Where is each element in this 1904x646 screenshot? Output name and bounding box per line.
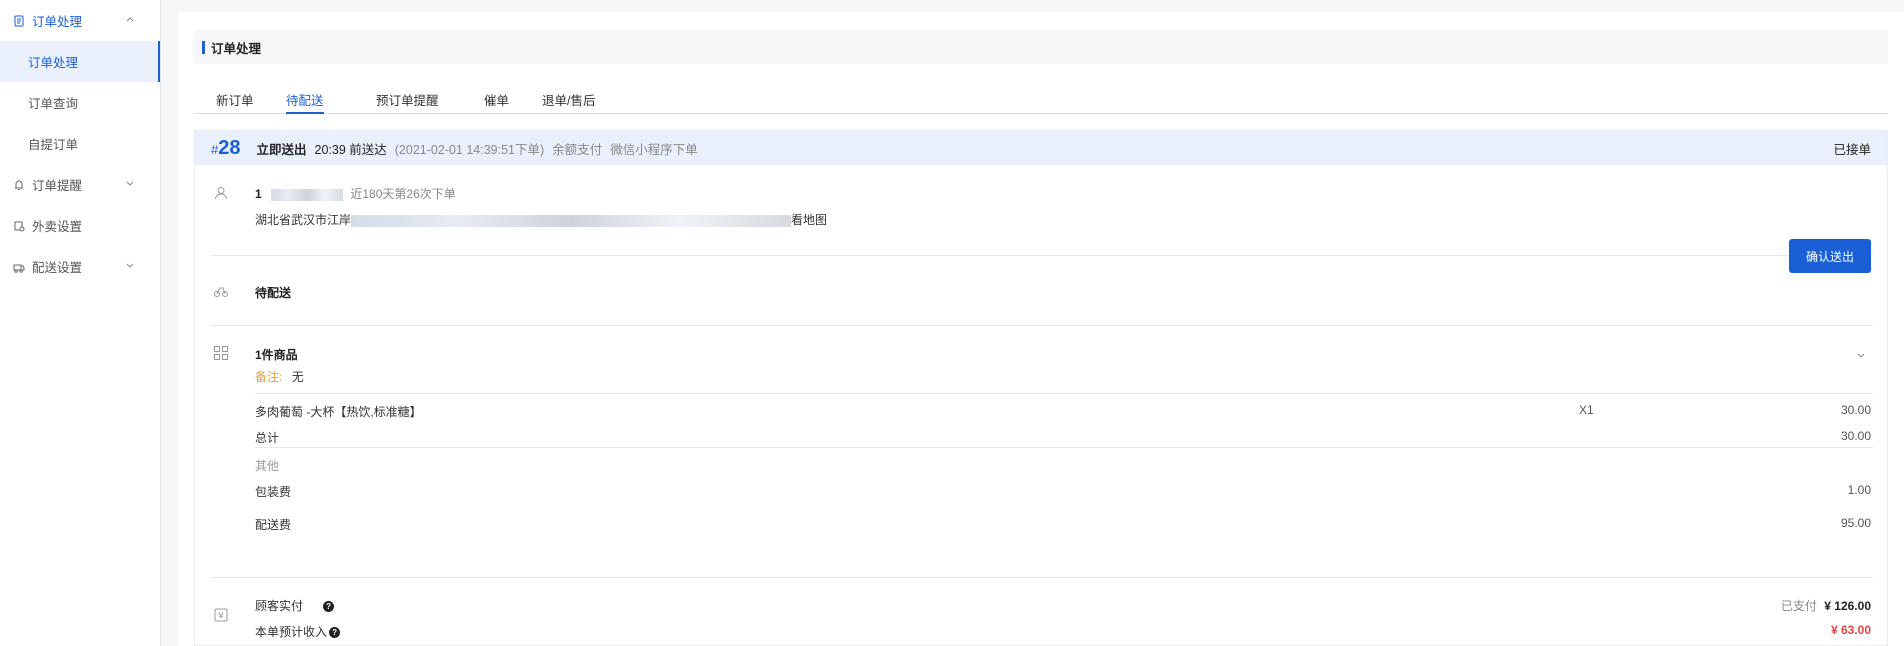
order-status: 已接单	[1833, 142, 1871, 157]
redacted-phone	[271, 188, 344, 201]
customer-address: 湖北省武汉市江岸 看地图	[255, 211, 827, 228]
view-map-link[interactable]: 看地图	[791, 213, 827, 227]
order-card: # 28 立即送出 20:39 前送达 (2021-02-01 14:39:51…	[194, 130, 1888, 646]
payment-method: 余额支付	[552, 142, 603, 157]
sidebar-group-label: 订单处理	[32, 15, 83, 29]
order-channel: 微信小程序下单	[610, 142, 698, 157]
item-name: 多肉葡萄 -大杯【热饮,标准糖】	[255, 405, 422, 419]
subtotal-label: 总计	[255, 431, 280, 445]
item-price: 30.00	[1840, 403, 1871, 417]
header-accent-bar	[202, 40, 205, 54]
order-note: 备注: 无	[255, 368, 304, 385]
deliver-by-time: 20:39 前送达	[314, 142, 387, 157]
tab-refunds[interactable]: 退单/售后	[542, 90, 595, 114]
delivery-icon	[12, 260, 26, 274]
svg-text:¥: ¥	[218, 612, 224, 622]
note-value: 无	[291, 370, 304, 384]
tab-new-orders[interactable]: 新订单	[216, 90, 254, 114]
customer-paid-text: 顾客实付	[255, 599, 304, 613]
expected-income-value: ¥ 63.00	[1830, 623, 1871, 637]
page-header: 订单处理	[194, 30, 1888, 64]
chevron-down-icon	[126, 181, 134, 186]
subtotal-value: 30.00	[1840, 429, 1871, 443]
help-icon[interactable]: ?	[323, 601, 335, 613]
chevron-down-icon	[126, 263, 134, 268]
user-icon	[215, 187, 227, 200]
redacted-address	[351, 214, 792, 227]
paid-amount-value: ¥ 126.00	[1824, 599, 1871, 613]
sidebar-group-order-processing[interactable]: 订单处理	[0, 0, 160, 41]
sidebar-group-order-reminders[interactable]: 订单提醒	[0, 164, 160, 205]
order-card-header: # 28 立即送出 20:39 前送达 (2021-02-01 14:39:51…	[195, 131, 1887, 165]
tab-urge-orders[interactable]: 催单	[484, 90, 509, 114]
chevron-down-icon[interactable]	[1855, 349, 1867, 361]
goods-summary: 1件商品	[255, 348, 298, 362]
sidebar-item-order-processing[interactable]: 订单处理	[0, 41, 160, 82]
delivery-fee-label: 配送费	[255, 518, 292, 532]
sidebar-group-label: 订单提醒	[32, 179, 83, 193]
delivery-status: 待配送	[255, 286, 292, 300]
expected-income-text: 本单预计收入	[255, 625, 328, 639]
order-tabs: 新订单 待配送 预订单提醒 催单 退单/售后	[194, 82, 1888, 114]
paid-status: 已支付	[1780, 599, 1817, 613]
bell-icon	[12, 178, 26, 192]
sidebar-group-label: 外卖设置	[32, 220, 83, 234]
page-title: 订单处理	[211, 41, 262, 56]
sidebar-group-takeout-settings[interactable]: 外卖设置	[0, 205, 160, 246]
divider	[211, 577, 1873, 578]
confirm-dispatch-button[interactable]: 确认送出	[1789, 239, 1871, 273]
other-label: 其他	[255, 459, 280, 473]
sidebar-group-label: 配送设置	[32, 261, 83, 275]
grid-icon	[214, 346, 228, 360]
main-content: 订单处理 新订单 待配送 预订单提醒 催单 退单/售后 # 28 立即送出 20…	[178, 12, 1904, 646]
shop-settings-icon	[12, 219, 26, 233]
tab-pending-delivery[interactable]: 待配送	[286, 90, 324, 114]
sidebar-item-pickup-orders[interactable]: 自提订单	[0, 123, 160, 164]
item-qty: X1	[1579, 403, 1594, 417]
delivery-mode: 立即送出	[256, 142, 307, 157]
delivery-fee-value: 95.00	[1840, 516, 1871, 530]
document-icon	[12, 14, 26, 28]
note-label: 备注:	[255, 370, 283, 384]
customer-info: 1 近180天第26次下单	[255, 185, 456, 202]
customer-order-history: 近180天第26次下单	[350, 187, 456, 201]
divider	[211, 325, 1873, 326]
divider	[211, 255, 1873, 256]
sidebar-item-order-query[interactable]: 订单查询	[0, 82, 160, 123]
order-number: # 28	[211, 137, 240, 160]
address-text: 湖北省武汉市江岸	[255, 213, 352, 227]
order-number-hash: #	[211, 141, 219, 157]
divider	[255, 393, 1873, 394]
packaging-fee-label: 包装费	[255, 485, 292, 499]
paid-amount: 已支付 ¥ 126.00	[1781, 597, 1871, 614]
customer-name: 1	[255, 187, 262, 201]
packaging-fee-value: 1.00	[1847, 483, 1871, 497]
order-number-value: 28	[218, 136, 241, 159]
rider-icon	[214, 287, 228, 297]
expected-income-label: 本单预计收入?	[255, 623, 341, 640]
order-placed-time: (2021-02-01 14:39:51下单)	[394, 142, 545, 157]
yuan-icon: ¥	[214, 608, 228, 622]
customer-paid-label: 顾客实付?	[255, 597, 335, 614]
tab-preorder-reminders[interactable]: 预订单提醒	[376, 90, 439, 114]
divider	[255, 447, 1873, 448]
sidebar-group-delivery-settings[interactable]: 配送设置	[0, 246, 160, 287]
chevron-up-icon	[126, 17, 134, 22]
sidebar: 订单处理 订单处理 订单查询 自提订单 订单提醒 外卖设置 配送设置	[0, 0, 161, 646]
help-icon[interactable]: ?	[329, 627, 341, 639]
